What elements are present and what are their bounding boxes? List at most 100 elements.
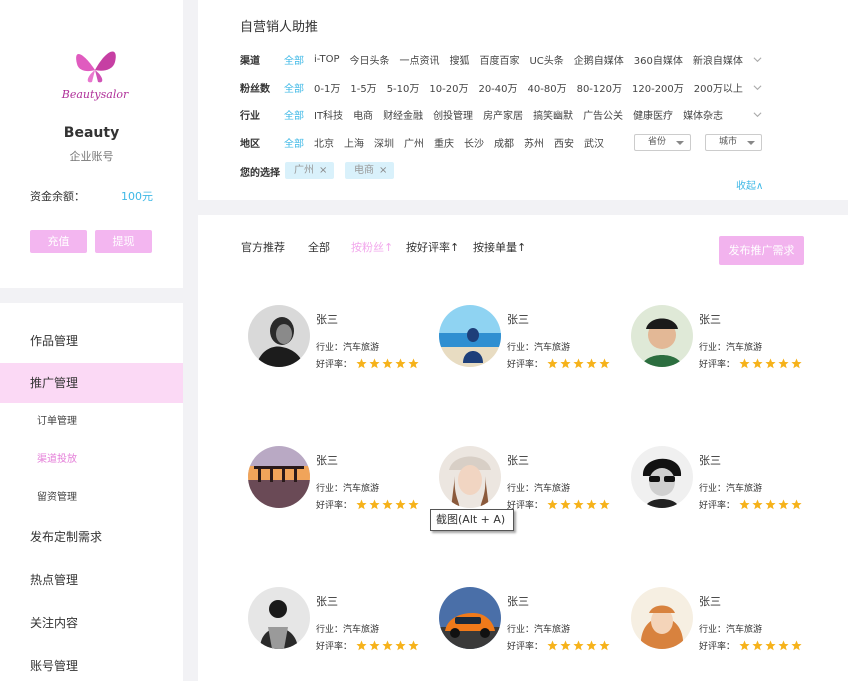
rating-label: 好评率： bbox=[316, 642, 353, 652]
kol-card[interactable]: 张三 行业：汽车旅游 好评率： bbox=[439, 305, 610, 405]
kol-card[interactable]: 张三 行业：汽车旅游 好评率： bbox=[439, 446, 610, 546]
sidebar-item-custom[interactable]: 发布定制需求 bbox=[0, 517, 183, 557]
filter-option[interactable]: 长沙 bbox=[464, 135, 484, 150]
kol-rating: 好评率： bbox=[507, 639, 610, 652]
filter-option[interactable]: 百度百家 bbox=[479, 52, 519, 67]
filter-option[interactable]: 创投管理 bbox=[433, 107, 473, 122]
collapse-link[interactable]: 收起∧ bbox=[736, 177, 763, 192]
filter-option[interactable]: 上海 bbox=[344, 135, 364, 150]
city-select[interactable]: 城市 bbox=[705, 134, 762, 151]
province-select[interactable]: 省份 bbox=[634, 134, 691, 151]
star-icon bbox=[408, 358, 419, 369]
kol-card[interactable]: 张三 行业：汽车旅游 好评率： bbox=[248, 305, 419, 405]
filter-option[interactable]: 搜狐 bbox=[449, 52, 469, 67]
filter-option[interactable]: 企鹅自媒体 bbox=[574, 52, 624, 67]
kol-card[interactable]: 张三 行业：汽车旅游 好评率： bbox=[248, 587, 419, 681]
filter-option[interactable]: 媒体杂志 bbox=[683, 107, 723, 122]
sidebar-subitem-comments[interactable]: 留资管理 bbox=[0, 483, 183, 513]
screenshot-tooltip: 截图(Alt + A) bbox=[430, 509, 514, 531]
filter-option[interactable]: 西安 bbox=[554, 135, 574, 150]
filter-option[interactable]: 重庆 bbox=[434, 135, 454, 150]
kol-card[interactable]: 张三 行业：汽车旅游 好评率： bbox=[248, 446, 419, 546]
filter-option[interactable]: 武汉 bbox=[584, 135, 604, 150]
kol-industry: 行业：汽车旅游 bbox=[507, 625, 571, 635]
filter-option[interactable]: 5-10万 bbox=[387, 80, 420, 95]
star-icon bbox=[739, 640, 750, 651]
kol-rating: 好评率： bbox=[316, 498, 419, 511]
filter-option[interactable]: 40-80万 bbox=[528, 80, 567, 95]
filter-option[interactable]: 深圳 bbox=[374, 135, 394, 150]
filter-option[interactable]: 电商 bbox=[353, 107, 373, 122]
filter-option[interactable]: 房产家居 bbox=[483, 107, 523, 122]
kol-card[interactable]: 张三 行业：汽车旅游 好评率： bbox=[439, 587, 610, 681]
filter-option[interactable]: 苏州 bbox=[524, 135, 544, 150]
rating-stars bbox=[737, 640, 802, 651]
rating-label: 好评率： bbox=[316, 501, 353, 511]
chevron-down-icon[interactable] bbox=[753, 55, 762, 64]
close-icon[interactable]: × bbox=[319, 165, 327, 176]
withdraw-button[interactable]: 提现 bbox=[95, 230, 152, 253]
filter-option[interactable]: 新浪自媒体 bbox=[693, 52, 743, 67]
sidebar-subitem-orders[interactable]: 订单管理 bbox=[0, 407, 183, 437]
city-select-label: 城市 bbox=[719, 137, 738, 147]
filter-option[interactable]: 全部 bbox=[284, 107, 304, 122]
filter-option[interactable]: 搞笑幽默 bbox=[533, 107, 573, 122]
kol-name: 张三 bbox=[316, 313, 338, 326]
filter-option[interactable]: 1-5万 bbox=[350, 80, 376, 95]
chevron-down-icon[interactable] bbox=[753, 83, 762, 92]
redhead-girl-avatar bbox=[631, 587, 693, 649]
filter-row-industry: 行业 全部 IT科技 电商 财经金融 创投管理 房产家居 搞笑幽默 广告公关 健… bbox=[240, 105, 733, 123]
kol-industry: 行业：汽车旅游 bbox=[507, 484, 571, 494]
filter-option[interactable]: 广告公关 bbox=[583, 107, 623, 122]
star-icon bbox=[739, 358, 750, 369]
kol-card[interactable]: 张三 行业：汽车旅游 好评率： bbox=[631, 587, 802, 681]
filter-option[interactable]: 120-200万 bbox=[632, 80, 684, 95]
kol-card[interactable]: 张三 行业：汽车旅游 好评率： bbox=[631, 446, 802, 546]
filter-option[interactable]: UC头条 bbox=[529, 52, 563, 67]
sidebar-item-works[interactable]: 作品管理 bbox=[0, 321, 183, 361]
selected-tag[interactable]: 电商 × bbox=[345, 162, 395, 179]
star-icon bbox=[408, 640, 419, 651]
filter-option[interactable]: 360自媒体 bbox=[634, 52, 683, 67]
filter-option[interactable]: 成都 bbox=[494, 135, 514, 150]
sort-by-fans[interactable]: 按粉丝↑ bbox=[351, 239, 393, 255]
star-icon bbox=[765, 358, 776, 369]
filter-option[interactable]: IT科技 bbox=[314, 107, 343, 122]
star-icon bbox=[752, 640, 763, 651]
filter-option[interactable]: 全部 bbox=[284, 80, 304, 95]
sidebar-nav: 作品管理 推广管理 订单管理 渠道投放 留资管理 发布定制需求 热点管理 关注内… bbox=[0, 303, 183, 681]
sidebar-item-hotspot[interactable]: 热点管理 bbox=[0, 560, 183, 600]
close-icon[interactable]: × bbox=[379, 165, 387, 176]
recharge-button[interactable]: 充值 bbox=[30, 230, 87, 253]
sort-by-rating[interactable]: 按好评率↑ bbox=[406, 239, 459, 255]
filter-option[interactable]: 一点资讯 bbox=[399, 52, 439, 67]
filter-option[interactable]: 北京 bbox=[314, 135, 334, 150]
filter-option[interactable]: 广州 bbox=[404, 135, 424, 150]
sidebar-item-follow[interactable]: 关注内容 bbox=[0, 603, 183, 643]
filter-option[interactable]: 财经金融 bbox=[383, 107, 423, 122]
star-icon bbox=[778, 499, 789, 510]
filter-option[interactable]: 200万以上 bbox=[694, 80, 743, 95]
filter-option[interactable]: 全部 bbox=[284, 52, 304, 67]
sort-all[interactable]: 全部 bbox=[308, 239, 330, 255]
filter-option[interactable]: 20-40万 bbox=[478, 80, 517, 95]
sidebar-item-account[interactable]: 账号管理 bbox=[0, 646, 183, 681]
chevron-down-icon[interactable] bbox=[753, 110, 762, 119]
filter-option[interactable]: 10-20万 bbox=[429, 80, 468, 95]
star-icon bbox=[382, 358, 393, 369]
sidebar-subitem-channel[interactable]: 渠道投放 bbox=[0, 445, 183, 475]
kol-card[interactable]: 张三 行业：汽车旅游 好评率： bbox=[631, 305, 802, 405]
sort-official[interactable]: 官方推荐 bbox=[241, 239, 285, 255]
publish-request-button[interactable]: 发布推广需求 bbox=[719, 236, 804, 265]
sidebar-item-promo[interactable]: 推广管理 bbox=[0, 363, 183, 403]
filter-option[interactable]: 今日头条 bbox=[349, 52, 389, 67]
filter-option[interactable]: 全部 bbox=[284, 135, 304, 150]
filter-option[interactable]: i-TOP bbox=[314, 54, 339, 65]
sort-by-orders[interactable]: 按接单量↑ bbox=[473, 239, 526, 255]
filter-option[interactable]: 0-1万 bbox=[314, 80, 340, 95]
filter-option[interactable]: 健康医疗 bbox=[633, 107, 673, 122]
selected-tag[interactable]: 广州 × bbox=[285, 162, 335, 179]
star-icon bbox=[369, 640, 380, 651]
star-icon bbox=[395, 358, 406, 369]
filter-option[interactable]: 80-120万 bbox=[577, 80, 622, 95]
